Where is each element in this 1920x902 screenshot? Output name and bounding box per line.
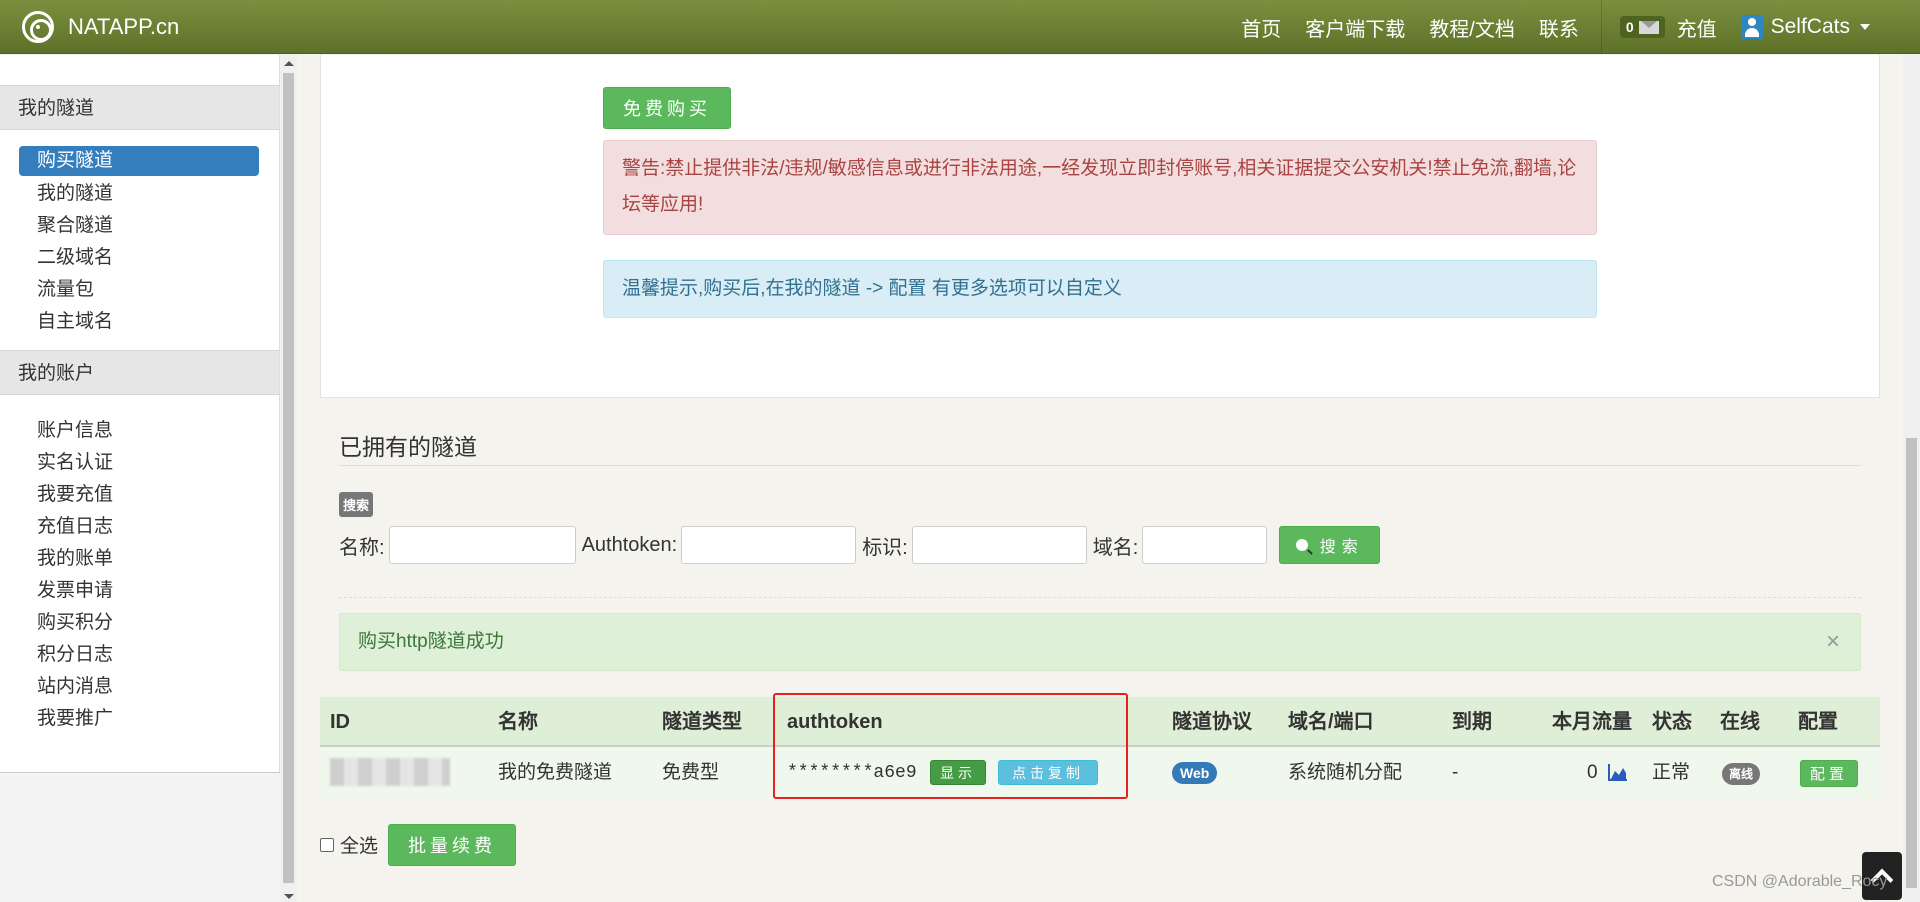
col-protocol: 隧道协议 (1172, 711, 1252, 733)
sidebar-item-bills[interactable]: 我的账单 (19, 543, 259, 575)
batch-renew-button[interactable]: 批量续费 (388, 824, 516, 866)
sidebar-item-my-tunnels[interactable]: 我的隧道 (19, 178, 259, 210)
search-icon (1295, 539, 1308, 551)
sidebar-item-traffic-pack[interactable]: 流量包 (19, 274, 259, 306)
tunnel-traffic: 0 (1587, 762, 1598, 783)
domain-search-input[interactable] (1142, 526, 1268, 564)
brand-name: NATAPP.cn (68, 14, 180, 39)
authtoken-label: Authtoken: (581, 533, 678, 556)
scrollbar-thumb[interactable] (283, 73, 294, 883)
col-type: 隧道类型 (662, 711, 742, 733)
search-button-label: 搜索 (1319, 539, 1364, 556)
col-online: 在线 (1720, 711, 1760, 733)
watermark: CSDN @Adorable_Rocy (1712, 873, 1888, 890)
top-navbar: NATAPP.cn 首页 客户端下载 教程/文档 联系 0 充值 SelfCat… (0, 0, 1920, 54)
sidebar-item-aggregate-tunnels[interactable]: 聚合隧道 (19, 210, 259, 242)
sidebar-item-invoice[interactable]: 发票申请 (19, 575, 259, 607)
success-alert: 购买http隧道成功 × (339, 613, 1861, 671)
sidebar-item-messages[interactable]: 站内消息 (19, 671, 259, 703)
select-all-checkbox[interactable] (320, 837, 334, 852)
authtoken-search-input[interactable] (681, 526, 857, 564)
config-button[interactable]: 配置 (1800, 760, 1858, 787)
sidebar-item-account-info[interactable]: 账户信息 (19, 415, 259, 447)
user-menu[interactable]: SelfCats (1740, 15, 1870, 39)
search-form: 名称: Authtoken: 标识: 域名: 搜索 (339, 526, 1381, 564)
search-button[interactable]: 搜索 (1279, 526, 1381, 564)
nav-contact[interactable]: 联系 (1527, 13, 1591, 42)
search-label-badge: 搜索 (339, 492, 374, 517)
area-chart-icon[interactable] (1608, 763, 1628, 781)
sidebar-item-buy-points[interactable]: 购买积分 (19, 607, 259, 639)
messages-badge[interactable]: 0 (1619, 16, 1665, 38)
tag-label: 标识: (862, 536, 908, 559)
page-scrollbar-thumb[interactable] (1906, 438, 1917, 888)
tunnel-expire: - (1452, 762, 1459, 783)
sidebar-header-account: 我的账户 (0, 350, 279, 395)
nav-docs[interactable]: 教程/文档 (1417, 13, 1527, 42)
col-traffic: 本月流量 (1552, 711, 1632, 733)
user-icon (1740, 15, 1763, 39)
col-name: 名称 (498, 711, 538, 733)
col-expire: 到期 (1452, 711, 1492, 733)
tunnel-status: 正常 (1652, 762, 1691, 783)
sidebar-scrollbar[interactable] (280, 55, 297, 902)
id-redacted (330, 758, 450, 786)
username: SelfCats (1770, 15, 1850, 38)
online-badge: 离线 (1722, 763, 1761, 785)
tunnel-name: 我的免费隧道 (498, 762, 613, 783)
col-id: ID (330, 711, 350, 733)
owned-tunnels-title: 已拥有的隧道 (339, 434, 477, 460)
sidebar-account-list: 账户信息 实名认证 我要充值 充值日志 我的账单 发票申请 购买积分 积分日志 … (0, 395, 279, 747)
sidebar-item-recharge[interactable]: 我要充值 (19, 479, 259, 511)
sidebar-header-tunnels: 我的隧道 (0, 85, 279, 130)
warning-alert: 警告:禁止提供非法/违规/敏感信息或进行非法用途,一经发现立即封停账号,相关证据… (603, 140, 1597, 235)
sidebar-item-buy-tunnel[interactable]: 购买隧道 (19, 146, 259, 176)
col-config: 配置 (1798, 711, 1838, 733)
envelope-icon (1638, 20, 1659, 34)
dashed-divider (339, 597, 1861, 598)
sidebar: 我的隧道 购买隧道 我的隧道 聚合隧道 二级域名 流量包 自主域名 我的账户 账… (0, 55, 280, 902)
tip-alert: 温馨提示,购买后,在我的隧道 -> 配置 有更多选项可以自定义 (603, 260, 1597, 318)
nav-home[interactable]: 首页 (1229, 13, 1293, 42)
scroll-up-icon[interactable] (284, 61, 294, 66)
domain-label: 域名: (1092, 536, 1139, 559)
free-buy-button[interactable]: 免费购买 (603, 87, 731, 129)
sidebar-item-promote[interactable]: 我要推广 (19, 703, 259, 735)
authtoken-highlight-box (773, 693, 1128, 799)
tunnel-type: 免费型 (662, 762, 720, 783)
col-status: 状态 (1652, 711, 1692, 733)
nav-links: 首页 客户端下载 教程/文档 联系 0 充值 SelfCats (1229, 0, 1920, 54)
nav-divider (1600, 0, 1602, 54)
name-search-input[interactable] (388, 526, 576, 564)
nav-recharge[interactable]: 充值 (1665, 13, 1729, 42)
sidebar-footer (0, 772, 280, 902)
name-label: 名称: (339, 536, 385, 559)
brand[interactable]: NATAPP.cn (22, 8, 179, 46)
message-count: 0 (1625, 19, 1634, 35)
select-all[interactable]: 全选 (320, 831, 378, 858)
nav-client-download[interactable]: 客户端下载 (1293, 13, 1417, 42)
sidebar-item-points-log[interactable]: 积分日志 (19, 639, 259, 671)
col-domain: 域名/端口 (1288, 711, 1374, 733)
page-scrollbar[interactable] (1903, 55, 1920, 902)
sidebar-item-custom-domain[interactable]: 自主域名 (19, 306, 259, 338)
sidebar-item-subdomain[interactable]: 二级域名 (19, 242, 259, 274)
scroll-down-icon[interactable] (284, 894, 294, 899)
sidebar-item-recharge-log[interactable]: 充值日志 (19, 511, 259, 543)
sidebar-item-verification[interactable]: 实名认证 (19, 447, 259, 479)
section-divider (339, 465, 1861, 466)
protocol-badge: Web (1172, 762, 1218, 784)
success-message: 购买http隧道成功 (358, 631, 504, 652)
sidebar-tunnel-list: 购买隧道 我的隧道 聚合隧道 二级域名 流量包 自主域名 (0, 130, 279, 350)
tunnel-domain: 系统随机分配 (1288, 762, 1403, 783)
tag-search-input[interactable] (911, 526, 1087, 564)
select-all-label: 全选 (340, 836, 379, 857)
natapp-logo-icon (22, 11, 54, 43)
chevron-down-icon (1860, 24, 1870, 30)
close-icon[interactable]: × (1826, 614, 1840, 670)
